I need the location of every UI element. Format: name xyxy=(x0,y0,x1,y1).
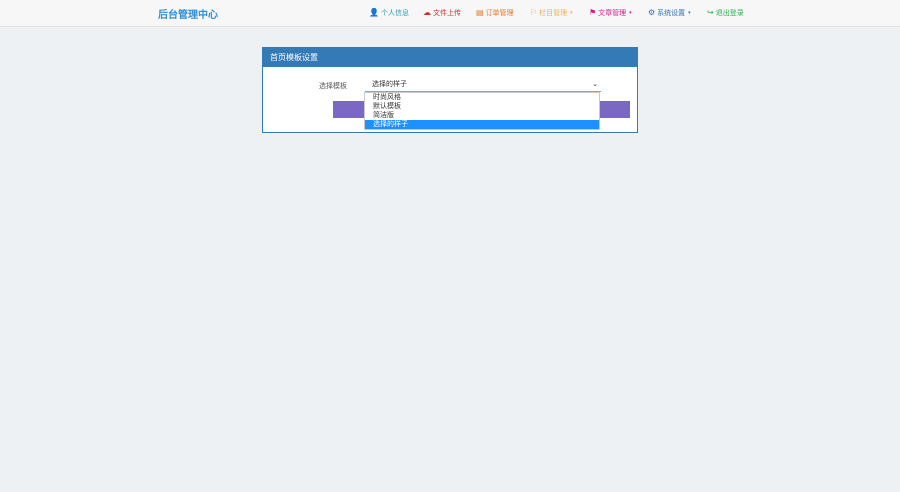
caret-down-icon: ▾ xyxy=(570,10,573,16)
user-icon: 👤 xyxy=(369,8,379,17)
nav-label: 订单管理 xyxy=(485,9,514,17)
gear-icon: ⚙ xyxy=(648,8,656,17)
dropdown-option[interactable]: 默认模板 xyxy=(365,102,599,111)
nav-upload[interactable]: ☁ 文件上传 xyxy=(423,8,461,18)
caret-down-icon: ▾ xyxy=(629,10,632,16)
nav-logout[interactable]: ↪ 退出登录 xyxy=(707,8,744,18)
submit-button[interactable] xyxy=(333,101,365,118)
reset-button[interactable] xyxy=(599,101,630,118)
panel-title: 首页模板设置 xyxy=(263,48,637,67)
template-select[interactable]: 选择的样子 ⌄ xyxy=(365,77,601,92)
dropdown-option[interactable]: 简洁版 xyxy=(365,111,599,120)
nav-orders[interactable]: ▤ 订单管理 xyxy=(476,8,514,18)
top-navbar: 后台管理中心 👤 个人信息 ☁ 文件上传 ▤ 订单管理 ⚐ 栏目管理 ▾ ⚑ 文… xyxy=(0,0,900,27)
dropdown-option-selected[interactable]: 选择的样子 xyxy=(365,120,599,129)
template-select-value: 选择的样子 xyxy=(372,80,407,88)
list-icon: ▤ xyxy=(476,8,484,17)
flag-icon: ⚑ xyxy=(589,8,597,17)
dropdown-option[interactable]: 时尚风格 xyxy=(365,93,599,102)
template-field-label: 选择模板 xyxy=(319,82,347,90)
nav-profile[interactable]: 👤 个人信息 xyxy=(369,8,409,18)
nav-label: 退出登录 xyxy=(715,9,744,17)
logout-icon: ↪ xyxy=(707,8,714,17)
caret-down-icon: ▾ xyxy=(688,10,691,16)
nav-columns[interactable]: ⚐ 栏目管理 ▾ xyxy=(530,8,573,18)
nav-label: 个人信息 xyxy=(380,9,409,17)
brand-title[interactable]: 后台管理中心 xyxy=(158,6,218,21)
chevron-down-icon: ⌄ xyxy=(592,80,598,88)
nav-label: 系统设置 xyxy=(657,9,686,17)
nav-label: 文件上传 xyxy=(433,9,461,17)
nav-settings[interactable]: ⚙ 系统设置 ▾ xyxy=(648,8,691,18)
cloud-icon: ☁ xyxy=(423,8,431,17)
nav-articles[interactable]: ⚑ 文章管理 ▾ xyxy=(589,8,632,18)
flag-icon: ⚐ xyxy=(530,8,538,17)
template-dropdown-list: 时尚风格 默认模板 简洁版 选择的样子 xyxy=(364,92,600,130)
nav-label: 栏目管理 xyxy=(539,9,568,17)
nav-label: 文章管理 xyxy=(598,9,627,17)
